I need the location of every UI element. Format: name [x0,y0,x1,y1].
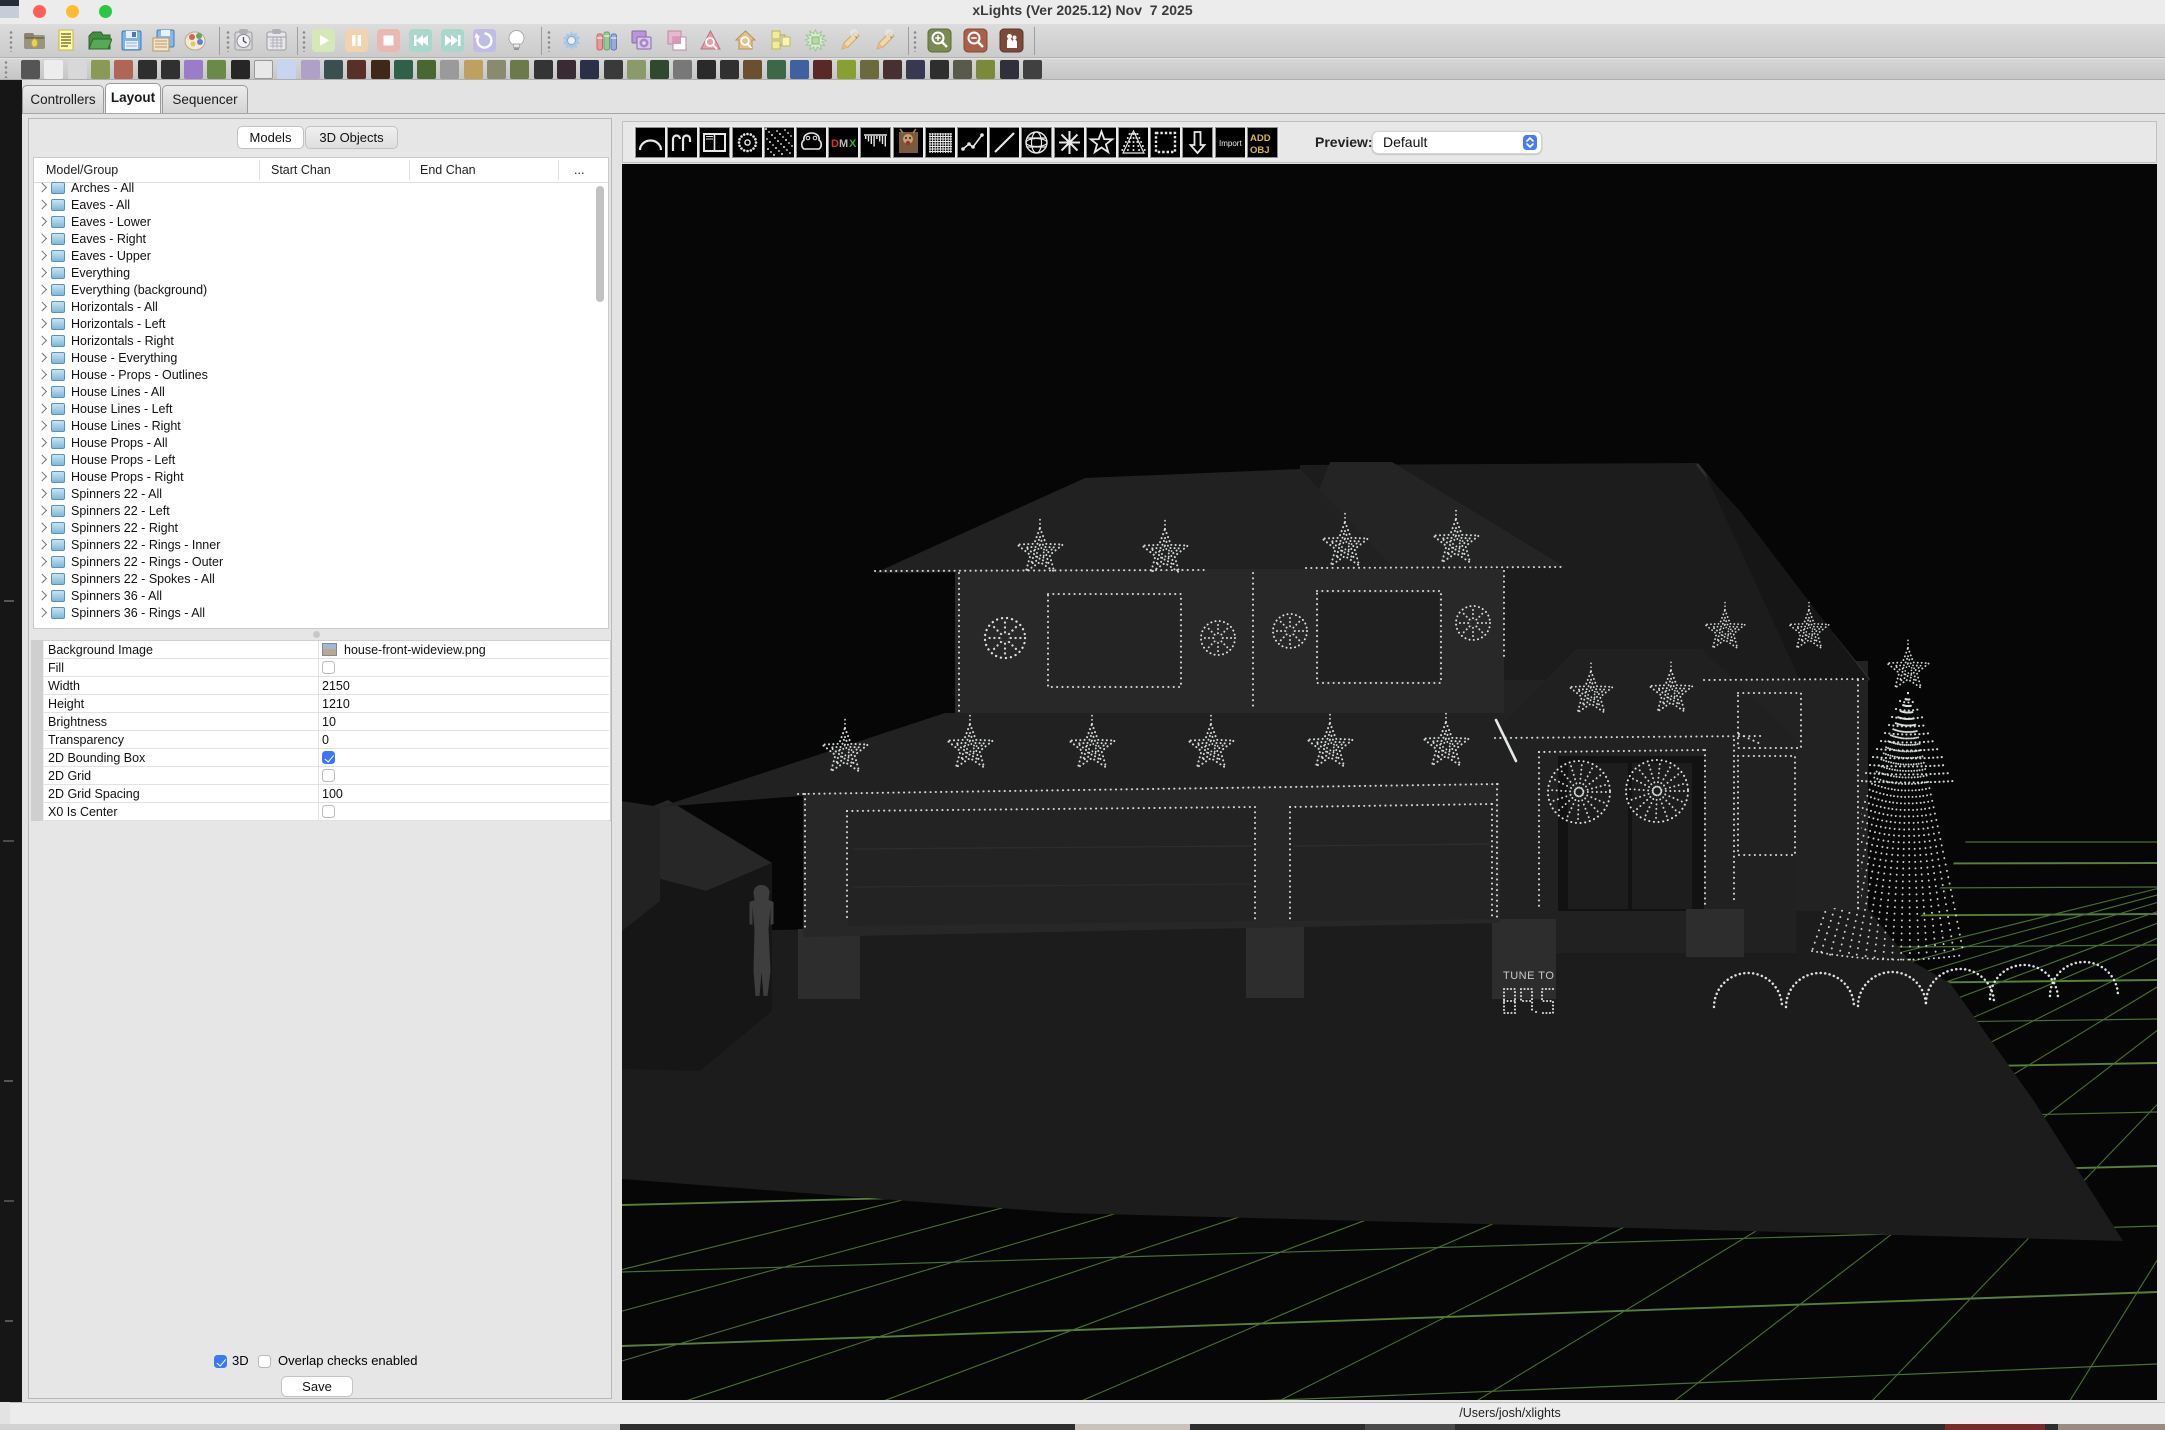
svg-text:M: M [839,138,848,150]
svg-text:TUNE TO: TUNE TO [1503,970,1554,982]
svg-text:D: D [831,138,839,150]
svg-text:Import: Import [1219,139,1242,148]
svg-text:X: X [849,138,857,150]
svg-text:ADD: ADD [1250,133,1271,144]
svg-text:OBJ: OBJ [1250,145,1270,156]
